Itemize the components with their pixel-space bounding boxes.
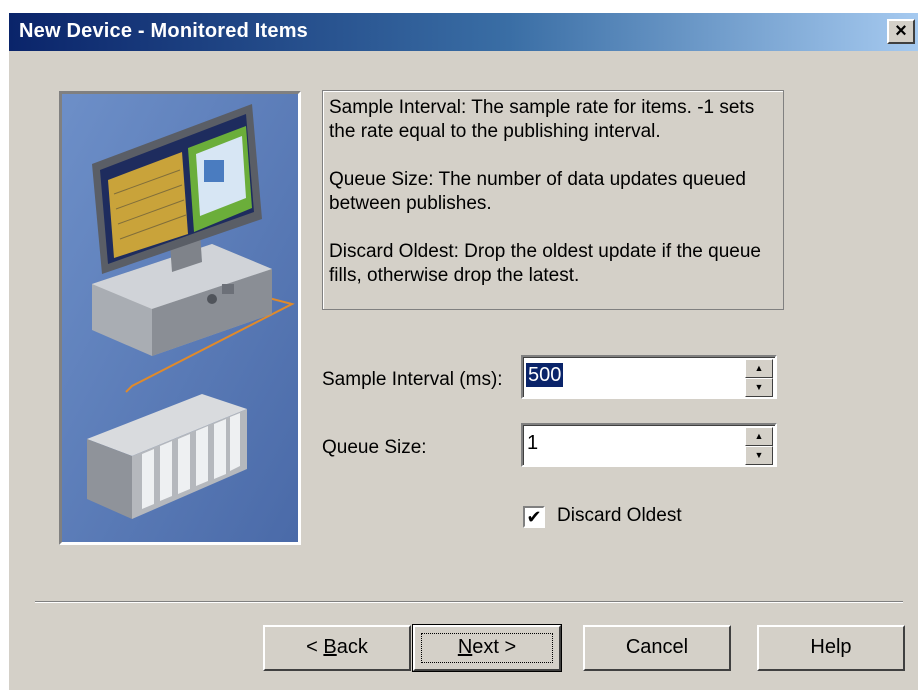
checkmark-icon: ✔ (526, 507, 542, 527)
next-button[interactable]: Next > (412, 624, 562, 672)
device-illustration (59, 91, 301, 545)
help-button[interactable]: Help (757, 625, 905, 671)
queue-size-label: Queue Size: (322, 437, 427, 458)
discard-oldest-description: Discard Oldest: Drop the oldest update i… (329, 241, 761, 286)
button-separator (35, 601, 903, 603)
sample-interval-stepper[interactable]: 500 ▲ ▼ (521, 355, 777, 399)
queue-size-description: Queue Size: The number of data updates q… (329, 169, 746, 214)
back-button[interactable]: < Back (263, 625, 411, 671)
discard-oldest-checkbox[interactable]: ✔ (523, 506, 545, 528)
queue-size-spin-buttons: ▲ ▼ (745, 427, 773, 465)
sample-interval-spin-buttons: ▲ ▼ (745, 359, 773, 397)
focus-rectangle (421, 633, 553, 663)
back-label-rest: ack (336, 636, 368, 658)
computer-and-plc-illustration-icon (62, 94, 298, 542)
sample-interval-label: Sample Interval (ms): (322, 369, 503, 390)
close-button[interactable]: × (887, 19, 915, 44)
back-prefix: < (306, 636, 324, 658)
queue-size-field-frame (523, 425, 775, 465)
spin-down-icon[interactable]: ▼ (745, 378, 773, 397)
title-bar[interactable]: New Device - Monitored Items × (9, 13, 918, 51)
spin-up-icon[interactable]: ▲ (745, 427, 773, 446)
back-accelerator: B (323, 636, 337, 658)
cancel-button[interactable]: Cancel (583, 625, 731, 671)
close-icon: × (895, 20, 907, 42)
spin-up-icon[interactable]: ▲ (745, 359, 773, 378)
discard-oldest-label[interactable]: Discard Oldest (557, 505, 682, 527)
window-title: New Device - Monitored Items (19, 20, 308, 42)
description-box: Sample Interval: The sample rate for ite… (322, 90, 784, 310)
new-device-dialog: New Device - Monitored Items × Sample In… (8, 12, 918, 690)
sample-interval-description: Sample Interval: The sample rate for ite… (329, 97, 755, 142)
sample-interval-input[interactable]: 500 (526, 363, 564, 387)
queue-size-input[interactable]: 1 (527, 431, 538, 455)
spin-down-icon[interactable]: ▼ (745, 446, 773, 465)
queue-size-stepper[interactable]: 1 ▲ ▼ (521, 423, 777, 467)
